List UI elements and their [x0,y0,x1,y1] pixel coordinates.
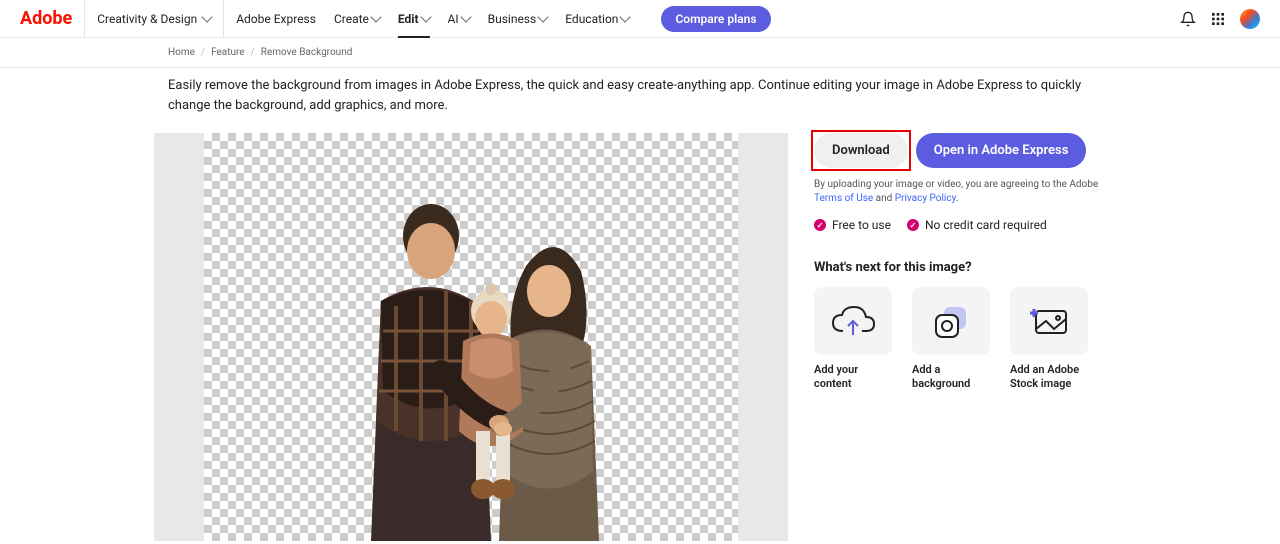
compare-plans-button[interactable]: Compare plans [661,6,770,32]
perks-row: ✓ Free to use ✓ No credit card required [814,218,1126,232]
chevron-down-icon [460,11,471,22]
check-icon: ✓ [907,219,919,231]
nav-label: Edit [398,12,419,26]
legal-prefix: By uploading your image or video, you ar… [814,179,1098,190]
nav-label: Adobe Express [236,12,316,26]
content-area: Download Open in Adobe Express By upload… [0,115,1280,541]
top-bar: Adobe Creativity & Design Adobe Express … [0,0,1280,38]
card-add-background[interactable]: Add a background [912,287,990,392]
crumb-separator: / [201,47,205,58]
nav-label: Business [488,12,537,26]
crumb-home[interactable]: Home [168,47,195,58]
chevron-down-icon [538,11,549,22]
intro-text: Easily remove the background from images… [0,68,1280,115]
creativity-design-menu[interactable]: Creativity & Design [84,0,224,38]
nav-label: Education [565,12,618,26]
card-add-content[interactable]: Add your content [814,287,892,392]
canvas-padding [154,133,204,541]
chevron-down-icon [620,11,631,22]
legal-text: By uploading your image or video, you ar… [814,178,1126,206]
cloud-upload-icon [814,287,892,355]
nav-ai[interactable]: AI [448,0,470,38]
legal-suffix: . [956,193,959,204]
nav-label: AI [448,12,459,26]
top-right [1180,9,1260,29]
card-label: Add your content [814,363,892,392]
next-cards: Add your content Add a background [814,287,1126,392]
transparent-background [204,133,738,541]
whats-next-heading: What's next for this image? [814,260,1126,275]
crumb-feature[interactable]: Feature [211,47,245,58]
main-nav: Adobe Express Create Edit AI Business Ed… [236,0,770,38]
nav-label: Create [334,12,369,26]
chevron-down-icon [370,11,381,22]
nav-adobe-express[interactable]: Adobe Express [236,0,316,38]
perk-nocard: ✓ No credit card required [907,218,1047,232]
canvas-padding [738,133,788,541]
perk-free: ✓ Free to use [814,218,891,232]
download-highlight-wrap: Download [814,133,908,168]
privacy-link[interactable]: Privacy Policy [895,193,956,204]
terms-link[interactable]: Terms of Use [814,193,873,204]
notifications-icon[interactable] [1180,11,1196,27]
open-in-express-button[interactable]: Open in Adobe Express [916,133,1087,168]
action-buttons: Download Open in Adobe Express [814,133,1126,168]
chevron-down-icon [420,11,431,22]
perk-label: Free to use [832,218,891,232]
card-label: Add a background [912,363,990,392]
legal-and: and [873,193,895,204]
nav-business[interactable]: Business [488,0,548,38]
side-panel: Download Open in Adobe Express By upload… [814,133,1126,541]
breadcrumb: Home / Feature / Remove Background [0,38,1280,68]
adobe-logo[interactable]: Adobe [20,8,72,29]
chevron-down-icon [202,11,213,22]
nav-label: Creativity & Design [97,12,197,26]
image-canvas [154,133,788,541]
crumb-separator: / [251,47,255,58]
nav-create[interactable]: Create [334,0,380,38]
perk-label: No credit card required [925,218,1047,232]
crumb-current: Remove Background [261,47,353,58]
check-icon: ✓ [814,219,826,231]
card-add-stock[interactable]: Add an Adobe Stock image [1010,287,1088,392]
image-plus-icon [1010,287,1088,355]
download-button[interactable]: Download [814,133,908,168]
nav-education[interactable]: Education [565,0,629,38]
card-label: Add an Adobe Stock image [1010,363,1088,392]
app-grid-icon[interactable] [1210,11,1226,27]
avatar[interactable] [1240,9,1260,29]
background-icon [912,287,990,355]
subject-image [321,171,621,541]
nav-edit[interactable]: Edit [398,0,430,38]
